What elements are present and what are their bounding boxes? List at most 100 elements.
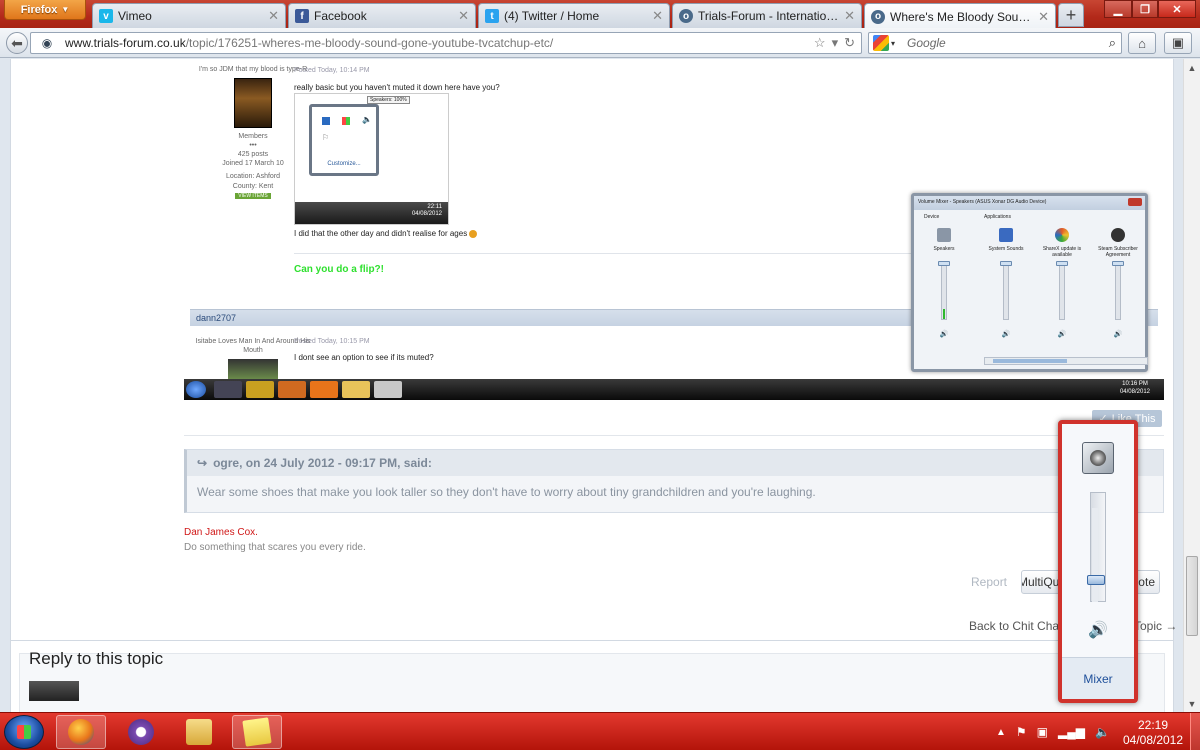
firefox-menu-button[interactable]: Firefox ▼ [4, 0, 86, 20]
embedded-screenshot: I'm so JDM that my blood is type-R Membe… [184, 59, 1164, 400]
quote-body: Wear some shoes that make you look talle… [197, 485, 816, 499]
close-tab-icon[interactable]: ✕ [652, 8, 663, 24]
scroll-thumb[interactable] [1186, 556, 1198, 636]
volume-tooltip: Speakers: 100% [367, 96, 410, 104]
show-hidden-icons-icon[interactable]: ▲ [996, 727, 1006, 738]
mixer-slider-knob [938, 261, 950, 266]
mixer-slider-track [1056, 261, 1068, 320]
bookmarks-button[interactable]: ▣ [1164, 32, 1192, 54]
close-tab-icon[interactable]: ✕ [458, 8, 469, 24]
reload-icon[interactable]: ↻ [844, 35, 855, 51]
inner-taskbar: 10:16 PM 04/08/2012 [184, 379, 1164, 400]
mixer-title: Volume Mixer - Speakers (ASUS Xonar DG A… [914, 196, 1145, 210]
firefox-menu-label: Firefox [20, 3, 58, 16]
mixer-slider-track [1000, 261, 1012, 320]
taskbar-firefox[interactable] [56, 715, 106, 749]
google-engine-icon[interactable] [873, 35, 889, 51]
windows-taskbar: ▲ ⚑ ▣ ▂▄▆ 🔈 22:19 04/08/2012 [0, 712, 1200, 750]
inner-tray: 22:11 04/08/2012 [295, 202, 448, 224]
browser-tab-strip: Firefox ▼ v Vimeo ✕ f Facebook ✕ t (4) T… [0, 0, 1200, 29]
windows-icon [342, 117, 350, 125]
speaker-device-icon[interactable] [1082, 442, 1114, 474]
restore-button[interactable]: ❐ [1132, 0, 1158, 18]
taskbar-bittorrent[interactable] [116, 715, 166, 749]
scroll-up-icon[interactable]: ▲ [1184, 59, 1200, 76]
address-bar[interactable]: ◉ www.trials-forum.co.uk/topic/176251-wh… [30, 32, 862, 54]
usb-device-icon[interactable]: ▣ [1037, 725, 1048, 739]
engine-dropdown-icon[interactable]: ▾ [891, 39, 895, 48]
search-bar[interactable]: ▾ Google ⌕ [868, 32, 1122, 54]
new-tab-button[interactable]: + [1058, 3, 1084, 27]
history-dropdown-icon[interactable]: ▾ [832, 35, 839, 51]
back-to-forum-link[interactable]: Back to Chit Chat [969, 619, 1062, 633]
search-magnifier-icon[interactable]: ⌕ [1109, 35, 1116, 51]
close-tab-icon[interactable]: ✕ [1038, 9, 1049, 25]
taskbar-clock[interactable]: 22:19 04/08/2012 [1120, 718, 1186, 748]
page-scrollbar[interactable]: ▲ ▼ [1183, 59, 1200, 712]
mixer-apps-group: Applications [984, 214, 1011, 220]
minimize-button[interactable]: ▁ [1104, 0, 1132, 18]
clock-time: 22:19 [1137, 718, 1169, 732]
inner-clock-time: 10:16 PM [1122, 381, 1148, 387]
tab-trials-forum[interactable]: o Trials-Forum - International ... ✕ [672, 3, 862, 28]
back-button[interactable]: ⬅ [6, 32, 28, 54]
home-button[interactable]: ⌂ [1128, 32, 1156, 54]
folder-icon [186, 719, 212, 745]
forum-icon: o [871, 9, 885, 24]
volume-slider-knob[interactable] [1087, 575, 1105, 585]
tab-active-topic[interactable]: o Where's Me Bloody Sound G... ✕ [864, 3, 1056, 29]
inner-tray-time: 22:11 [427, 204, 442, 210]
quote-block: ↪ ogre, on 24 July 2012 - 09:17 PM, said… [184, 449, 1164, 513]
close-window-button[interactable]: ✕ [1158, 0, 1196, 18]
mixer-device-group: Device [924, 214, 940, 220]
volume-tray-icon[interactable]: 🔈 [1095, 725, 1110, 739]
url-actions: ☆ ▾ ↻ [814, 35, 861, 51]
tab-label: Facebook [314, 9, 367, 23]
mixer-column-system-sounds: System Sounds 🔊 [980, 228, 1032, 338]
mute-speaker-icon[interactable]: 🔊 [1088, 620, 1108, 640]
close-tab-icon[interactable]: ✕ [268, 8, 279, 24]
url-path: /topic/176251-wheres-me-bloody-sound-gon… [185, 36, 554, 50]
site-identity-icon[interactable]: ◉ [37, 35, 57, 51]
mixer-slider-track [938, 261, 950, 320]
sticky-notes-icon [242, 717, 272, 747]
forum-icon: o [679, 9, 693, 23]
taskbar-sticky-notes[interactable] [232, 715, 282, 749]
page-viewport: I'm so JDM that my blood is type-R Membe… [0, 59, 1183, 712]
quote-header-text: ogre, on 24 July 2012 - 09:17 PM, said: [213, 456, 432, 470]
speaker-icon: 🔈 [362, 115, 372, 124]
mixer-column-label: ShareX update is available [1042, 246, 1082, 258]
report-link[interactable]: Report [971, 575, 1007, 589]
mixer-column-steam: Steam Subscriber Agreement 🔊 [1092, 228, 1144, 338]
tab-facebook[interactable]: f Facebook ✕ [288, 3, 476, 28]
bittorrent-icon [128, 719, 154, 745]
mixer-column-label: Speakers [933, 246, 955, 252]
next-topic-link[interactable]: Topic → [1134, 619, 1177, 633]
mixer-column-speakers: Speakers 🔊 [918, 228, 970, 338]
tab-twitter[interactable]: t (4) Twitter / Home ✕ [478, 3, 670, 28]
inner-start-icon [186, 381, 206, 398]
close-tab-icon[interactable]: ✕ [844, 8, 855, 24]
mixer-slider-knob [1112, 261, 1124, 266]
scroll-down-icon[interactable]: ▼ [1184, 695, 1200, 712]
bookmark-star-icon[interactable]: ☆ [814, 35, 826, 51]
mixer-speaker-icon: 🔊 [1113, 331, 1123, 338]
quoted-image: 🔈 ⚐ Customize... Speakers: 100% 22:11 04… [294, 93, 449, 225]
inner-firefox-icon [310, 381, 338, 398]
show-desktop-button[interactable] [1190, 713, 1200, 750]
url-text: www.trials-forum.co.uk/topic/176251-wher… [65, 36, 553, 50]
mixer-column-label: Steam Subscriber Agreement [1098, 246, 1138, 258]
start-button[interactable] [4, 715, 44, 749]
search-placeholder: Google [907, 36, 946, 50]
mixer-link[interactable]: Mixer [1062, 657, 1134, 699]
vimeo-icon: v [99, 9, 113, 23]
post2-text: I dont see an option to see if its muted… [294, 353, 434, 362]
system-tray: ▲ ⚑ ▣ ▂▄▆ 🔈 [996, 713, 1110, 750]
network-signal-icon[interactable]: ▂▄▆ [1058, 725, 1085, 739]
tab-label: Vimeo [118, 9, 152, 23]
tab-vimeo[interactable]: v Vimeo ✕ [92, 3, 286, 28]
action-center-flag-icon[interactable]: ⚑ [1016, 725, 1027, 739]
inner-volume-mixer-window: Volume Mixer - Speakers (ASUS Xonar DG A… [911, 193, 1148, 372]
speakers-device-icon [937, 228, 951, 242]
taskbar-explorer[interactable] [174, 715, 224, 749]
